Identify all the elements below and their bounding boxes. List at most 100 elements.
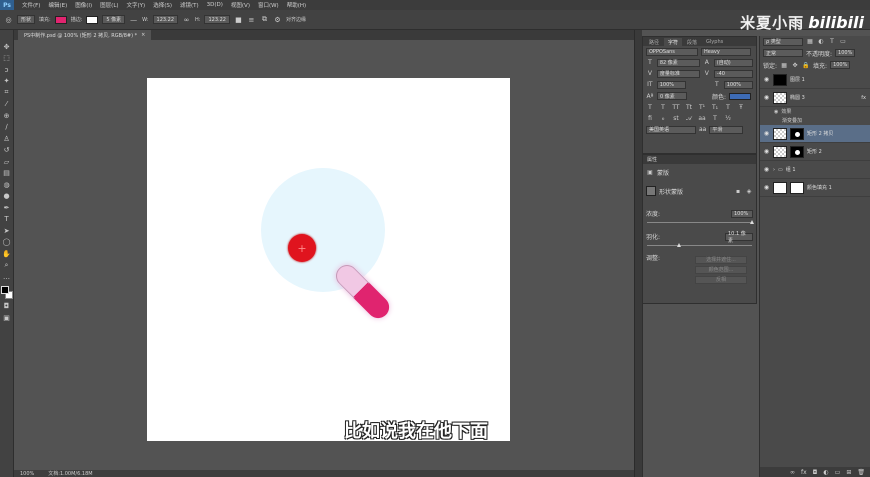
layer-name[interactable]: 颜色填充 1 [807,184,832,191]
all-caps-icon[interactable]: TT [672,104,680,112]
underline-icon[interactable]: T [724,104,732,112]
menu-filter[interactable]: 滤镜(T) [176,1,203,9]
new-layer-icon[interactable]: ⊞ [846,469,851,476]
baseline-shift-field[interactable]: 0 像素 [657,92,687,100]
add-style-icon[interactable]: fx [801,469,807,476]
screen-mode-icon[interactable]: ▣ [1,313,12,323]
path-operations-icon[interactable]: ■ [234,15,243,24]
stroke-width-field[interactable]: 5 像素 [102,15,126,24]
leading-field[interactable]: (自动) [713,58,753,67]
feather-value[interactable]: 10.1 像素 [725,231,753,244]
select-and-mask-button[interactable]: 选择并遮住... [695,255,747,264]
menu-type[interactable]: 文字(Y) [123,1,150,9]
density-value[interactable]: 100% [731,209,753,218]
align-edges-checkbox[interactable]: 对齐边缘 [286,16,306,23]
eyedropper-tool-icon[interactable]: ⁄ [1,100,12,110]
fx-icon[interactable]: fx [861,95,866,101]
feather-slider-knob[interactable] [676,242,681,247]
ellipse-tool-icon[interactable]: ◯ [1,238,12,248]
eraser-tool-icon[interactable]: ▱ [1,157,12,167]
menu-select[interactable]: 选择(S) [149,1,176,9]
layer-name[interactable]: 矩形 2 拷贝 [807,130,833,137]
layer-row[interactable]: ◉ 椭圆 3 fx [760,89,870,107]
kerning-field[interactable]: 度量标准 [656,69,700,78]
layer-group-row[interactable]: ◉ › ▭ 组 1 [760,161,870,179]
feather-slider[interactable] [647,242,752,247]
layer-mask-thumbnail[interactable] [790,181,804,194]
new-group-icon[interactable]: ▭ [835,469,841,476]
menu-3d[interactable]: 3D(D) [203,2,227,8]
height-field[interactable]: 123.22 [204,15,230,24]
color-range-button[interactable]: 颜色范围... [695,265,747,274]
history-brush-tool-icon[interactable]: ↺ [1,146,12,156]
ordinals-icon[interactable]: T [711,115,719,123]
faux-bold-icon[interactable]: T [646,104,654,112]
effect-item-row[interactable]: 渐变叠加 [760,116,870,125]
magic-wand-tool-icon[interactable]: ✦ [1,77,12,87]
layer-fill-field[interactable]: 100% [830,61,851,69]
tab-paragraph[interactable]: 段落 [683,38,701,46]
lasso-tool-icon[interactable]: ↄ [1,65,12,75]
type-tool-icon[interactable]: T [1,215,12,225]
font-size-field[interactable]: 82 像素 [656,58,700,67]
layer-mask-thumbnail[interactable] [790,145,804,158]
path-arrangement-icon[interactable]: ⧉ [260,15,269,24]
eye-icon[interactable]: ◉ [763,76,770,83]
blur-tool-icon[interactable]: ◍ [1,180,12,190]
dodge-tool-icon[interactable]: ● [1,192,12,202]
titling-alternates-icon[interactable]: aa [698,115,706,123]
gradient-tool-icon[interactable]: ▤ [1,169,12,179]
eye-icon[interactable]: ◉ [763,184,770,191]
superscript-icon[interactable]: T¹ [698,104,706,112]
subscript-icon[interactable]: T₁ [711,104,719,112]
fill-color-swatch[interactable] [54,15,67,24]
tracking-field[interactable]: -40 [713,69,753,78]
chevron-right-icon[interactable]: › [773,167,775,173]
layer-name[interactable]: 矩形 2 [807,148,822,155]
select-pixel-mask-icon[interactable]: ▪ [734,187,742,195]
path-alignment-icon[interactable]: ≡ [247,15,256,24]
artboard[interactable]: + [147,78,510,441]
healing-brush-tool-icon[interactable]: ⊕ [1,111,12,121]
text-color-swatch[interactable] [729,92,752,100]
color-swatches[interactable] [0,285,13,300]
lock-all-icon[interactable]: 🔒 [802,61,810,69]
faux-italic-icon[interactable]: T [659,104,667,112]
layer-row[interactable]: ◉ 矩形 2 [760,143,870,161]
trash-icon[interactable]: 🗑 [857,469,865,476]
fractions-icon[interactable]: ½ [724,115,732,123]
opacity-field[interactable]: 100% [835,49,856,57]
invert-button[interactable]: 反相 [695,275,747,284]
layer-filter-select[interactable]: ρ 类型 [763,37,803,46]
filter-type-icon[interactable]: T [828,38,836,46]
width-field[interactable]: 123.22 [152,15,179,24]
eye-icon[interactable]: ◉ [763,166,770,173]
strikethrough-icon[interactable]: Ŧ [737,104,745,112]
more-tools-icon[interactable]: … [1,272,12,282]
small-caps-icon[interactable]: Tt [685,104,693,112]
crop-tool-icon[interactable]: ⌗ [1,88,12,98]
add-mask-icon[interactable]: ◘ [813,469,818,476]
gear-icon[interactable]: ⚙ [273,15,282,24]
move-tool-icon[interactable]: ✥ [1,42,12,52]
blend-mode-select[interactable]: 正常 [763,49,803,57]
menu-window[interactable]: 窗口(W) [254,1,283,9]
quick-mask-icon[interactable]: ◘ [1,302,12,312]
menu-layer[interactable]: 图层(L) [96,1,122,9]
eye-icon[interactable]: ◉ [774,109,778,115]
zoom-level[interactable]: 100% [20,471,34,477]
layer-mask-thumbnail[interactable] [790,127,804,140]
light-blue-circle[interactable] [261,168,385,292]
stroke-type-icon[interactable]: — [129,15,138,24]
tab-character[interactable]: 字符 [664,38,683,46]
menu-view[interactable]: 视图(V) [227,1,254,9]
lock-position-icon[interactable]: ✥ [791,61,799,69]
adjustment-layer-icon[interactable]: ◐ [823,469,828,476]
language-select[interactable]: 美国英语 [646,125,696,134]
stylistic-alternates-icon[interactable]: st [672,115,680,123]
zoom-tool-icon[interactable]: ⌕ [1,261,12,271]
layer-row[interactable]: ◉ 图层 1 [760,71,870,89]
font-family-select[interactable]: OPPOSans [646,47,698,56]
brush-tool-icon[interactable]: ∕ [1,123,12,133]
layer-row-selected[interactable]: ◉ 矩形 2 拷贝 [760,125,870,143]
